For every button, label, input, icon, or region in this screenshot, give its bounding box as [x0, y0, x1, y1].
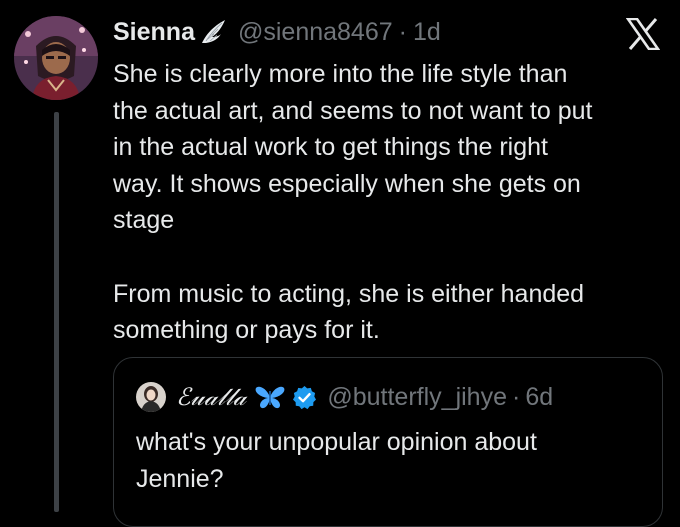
x-logo-icon — [625, 17, 661, 51]
handle[interactable]: @sienna8467 — [238, 18, 393, 47]
separator-dot: · — [512, 382, 521, 411]
quoted-tweet-header: ℰ𝓊𝒶𝓁𝓁𝒶 @butterfly_jihye · 6d — [136, 382, 553, 412]
tweet-text-line: something or pays for it. — [113, 316, 380, 345]
tweet-text-line: way. It shows especially when she gets o… — [113, 169, 581, 198]
quoted-timestamp[interactable]: 6d — [525, 383, 553, 412]
quoted-handle[interactable]: @butterfly_jihye — [327, 383, 507, 412]
tweet-text-line: the actual art, and seems to not want to… — [113, 96, 593, 125]
wing-icon — [198, 17, 228, 47]
timestamp[interactable]: 1d — [413, 18, 441, 47]
tweet-text-line: She is clearly more into the life style … — [113, 60, 568, 88]
quoted-display-name[interactable]: ℰ𝓊𝒶𝓁𝓁𝒶 — [176, 383, 246, 411]
avatar[interactable] — [14, 16, 98, 100]
tweet-text-line: in the actual work to get things the rig… — [113, 133, 548, 162]
quoted-text-line: what's your unpopular opinion about — [136, 428, 537, 456]
quoted-tweet-text: what's your unpopular opinion about Jenn… — [136, 424, 636, 497]
quoted-text-line: Jennie? — [136, 464, 224, 493]
quoted-tweet-card[interactable]: ℰ𝓊𝒶𝓁𝓁𝒶 @butterfly_jihye · 6d what's your… — [113, 357, 663, 527]
tweet-text: She is clearly more into the life style … — [113, 56, 673, 349]
thread-connector-line — [54, 112, 59, 512]
butterfly-icon — [254, 383, 286, 411]
avatar-image — [14, 16, 98, 100]
display-name[interactable]: Sienna — [113, 18, 195, 47]
tweet-header: Sienna @sienna8467 · 1d — [113, 12, 441, 52]
quoted-avatar[interactable] — [136, 382, 166, 412]
separator-dot: · — [398, 17, 407, 46]
verified-icon — [292, 385, 317, 410]
tweet-text-line: From music to acting, she is either hand… — [113, 279, 585, 308]
tweet-text-line: stage — [113, 206, 175, 235]
